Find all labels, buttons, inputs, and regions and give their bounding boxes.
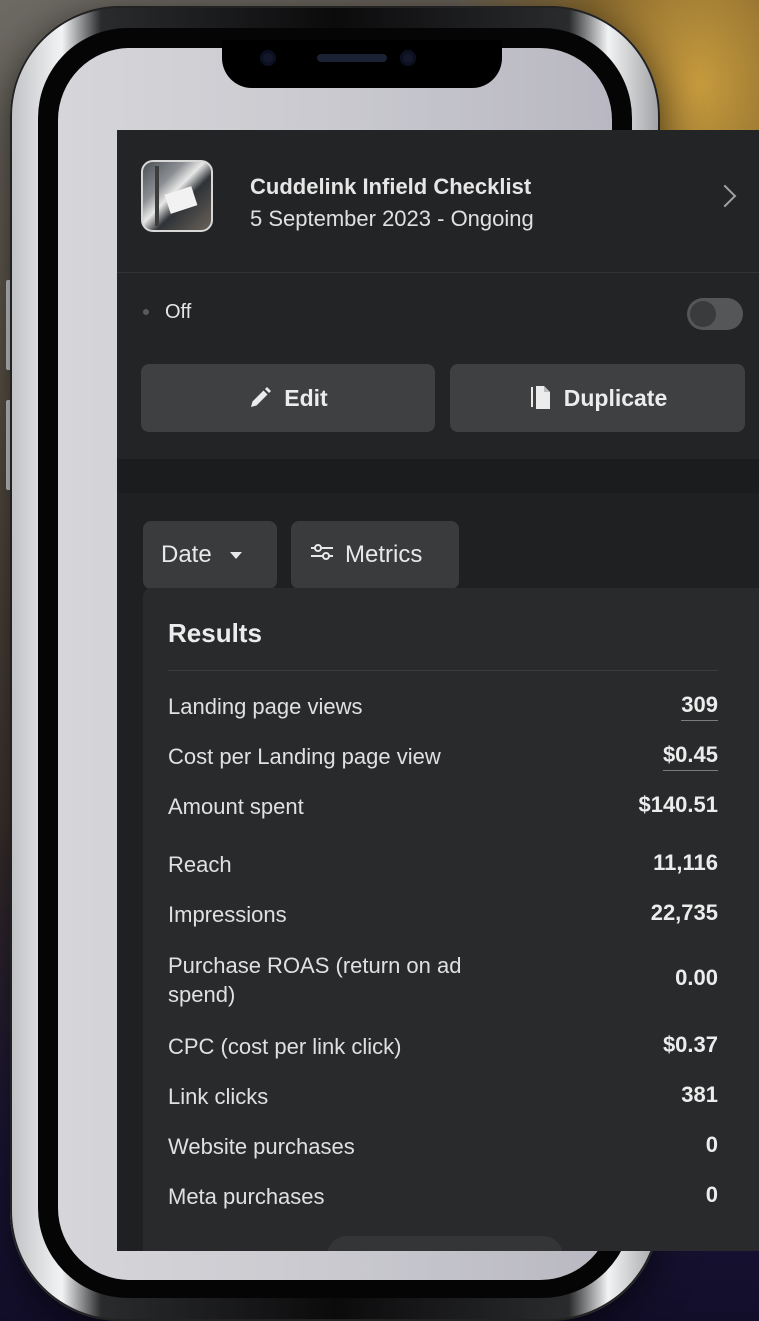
- pencil-icon: [248, 386, 272, 410]
- campaign-header[interactable]: Cuddelink Infield Checklist 5 September …: [117, 130, 759, 273]
- campaign-toggle[interactable]: [687, 298, 743, 330]
- result-label: Amount spent: [168, 794, 304, 819]
- status-label: Off: [165, 301, 192, 323]
- status-row: Off: [117, 273, 759, 357]
- result-label: Cost per Landing page view: [168, 744, 441, 769]
- results-card: Results Landing page views 309 Cost per …: [143, 588, 759, 1251]
- phone-notch: [222, 40, 502, 88]
- speaker-grille: [317, 54, 387, 62]
- result-label: CPC (cost per link click): [168, 1034, 402, 1059]
- sensor-icon: [400, 50, 416, 66]
- chevron-right-icon[interactable]: [713, 184, 737, 208]
- result-label: Website purchases: [168, 1134, 355, 1159]
- results-divider: [168, 670, 718, 671]
- result-value: 381: [681, 1082, 718, 1107]
- status-dot-icon: [143, 309, 149, 315]
- toggle-knob: [690, 301, 716, 327]
- campaign-dates: 5 September 2023 - Ongoing: [250, 206, 534, 231]
- bottom-action-pill[interactable]: [327, 1236, 563, 1251]
- result-label: Purchase ROAS (return on ad spend): [168, 953, 462, 1007]
- campaign-title: Cuddelink Infield Checklist: [250, 174, 532, 199]
- sliders-icon: [309, 541, 335, 569]
- edit-button-label: Edit: [284, 384, 328, 411]
- date-filter-label: Date: [161, 541, 212, 568]
- result-value[interactable]: $0.45: [662, 742, 718, 771]
- action-buttons: Edit Duplicate: [117, 357, 759, 459]
- campaign-panel: Cuddelink Infield Checklist 5 September …: [117, 130, 759, 1251]
- metrics-filter-label: Metrics: [345, 541, 423, 568]
- section-separator: [117, 459, 759, 493]
- result-value[interactable]: 309: [681, 692, 718, 721]
- result-value: $140.51: [638, 792, 718, 817]
- duplicate-icon: [528, 385, 552, 411]
- duplicate-button[interactable]: Duplicate: [450, 364, 745, 432]
- caret-down-icon: [229, 551, 242, 559]
- result-value: $0.37: [662, 1032, 718, 1057]
- edit-button[interactable]: Edit: [141, 364, 435, 432]
- date-filter-button[interactable]: Date: [143, 521, 277, 589]
- result-value: 11,116: [653, 850, 718, 875]
- result-label: Meta purchases: [168, 1184, 325, 1209]
- result-label: Reach: [168, 852, 232, 877]
- result-label: Impressions: [168, 902, 287, 927]
- result-value: 0.00: [675, 965, 718, 990]
- result-value: 22,735: [650, 900, 718, 925]
- metrics-filter-button[interactable]: Metrics: [291, 521, 459, 589]
- campaign-thumbnail: [141, 160, 213, 232]
- result-value: 0: [705, 1132, 718, 1157]
- duplicate-button-label: Duplicate: [563, 384, 668, 411]
- camera-icon: [260, 50, 276, 66]
- results-title: Results: [168, 618, 262, 648]
- result-value: 0: [705, 1182, 718, 1207]
- result-label: Landing page views: [168, 694, 363, 719]
- result-label: Link clicks: [168, 1084, 269, 1109]
